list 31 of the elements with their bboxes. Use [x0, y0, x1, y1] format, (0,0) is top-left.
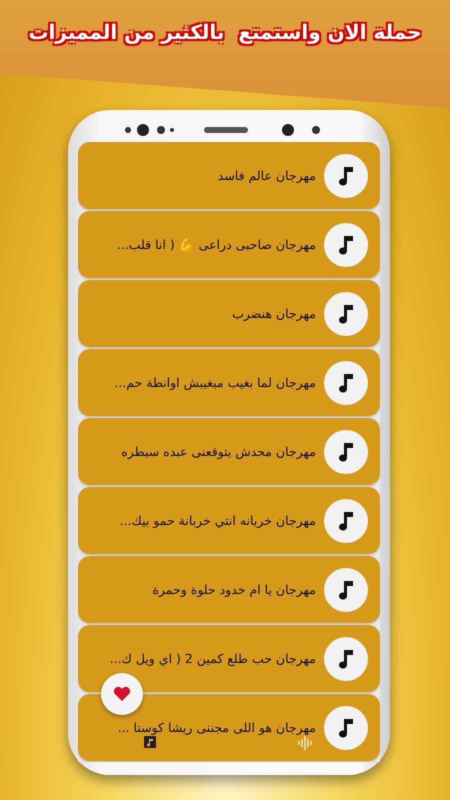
music-note-icon	[324, 706, 368, 750]
music-file-icon	[144, 736, 156, 748]
song-title: مهرجان صاحبى دراعى 💪 ( انا قلب...	[116, 237, 316, 252]
song-title: مهرجان هنضرب	[232, 306, 316, 321]
music-note-icon	[324, 292, 368, 336]
music-note-icon	[324, 360, 368, 404]
song-item[interactable]: مهرجان هنضرب	[78, 280, 380, 347]
heart-icon	[113, 686, 131, 702]
music-note-icon	[324, 154, 368, 198]
music-note-icon	[324, 222, 368, 266]
song-title: مهرجان عالم فاسد	[218, 168, 316, 183]
song-item[interactable]: مهرجان حب طلع كمين 2 ( اي ويل ك...	[78, 625, 380, 692]
song-item[interactable]: مهرجان صاحبى دراعى 💪 ( انا قلب...	[78, 211, 380, 278]
song-item[interactable]: مهرجان هو اللى مجننى ريشا كوستا ...	[78, 694, 380, 761]
song-title: مهرجان لما بغيب مبغيبش اوانطة حم...	[114, 375, 316, 390]
song-title: مهرجان يا ام خدود حلوة وحمرة	[152, 582, 316, 597]
music-note-icon	[324, 636, 368, 680]
song-item[interactable]: مهرجان خربانه انتي خربانة حمو بيك...	[78, 487, 380, 554]
song-title: مهرجان حب طلع كمين 2 ( اي ويل ك...	[110, 651, 316, 666]
banner-title: حملة الان واستمتع بالكثير من المميزات	[28, 19, 422, 44]
song-title: مهرجان هو اللى مجننى ريشا كوستا ...	[118, 720, 316, 735]
song-title: مهرجان خربانه انتي خربانة حمو بيك...	[120, 513, 316, 528]
music-note-icon	[324, 430, 368, 474]
song-title: مهرجان محدش يتوقعنى عبده سيطره	[121, 444, 316, 459]
music-note-icon	[324, 568, 368, 612]
music-note-icon	[324, 498, 368, 542]
song-item[interactable]: مهرجان لما بغيب مبغيبش اوانطة حم...	[78, 349, 380, 416]
sound-wave-icon	[297, 736, 313, 750]
song-item[interactable]: مهرجان عالم فاسد	[78, 142, 380, 209]
song-item[interactable]: مهرجان يا ام خدود حلوة وحمرة	[78, 556, 380, 623]
song-item[interactable]: مهرجان محدش يتوقعنى عبده سيطره	[78, 418, 380, 485]
